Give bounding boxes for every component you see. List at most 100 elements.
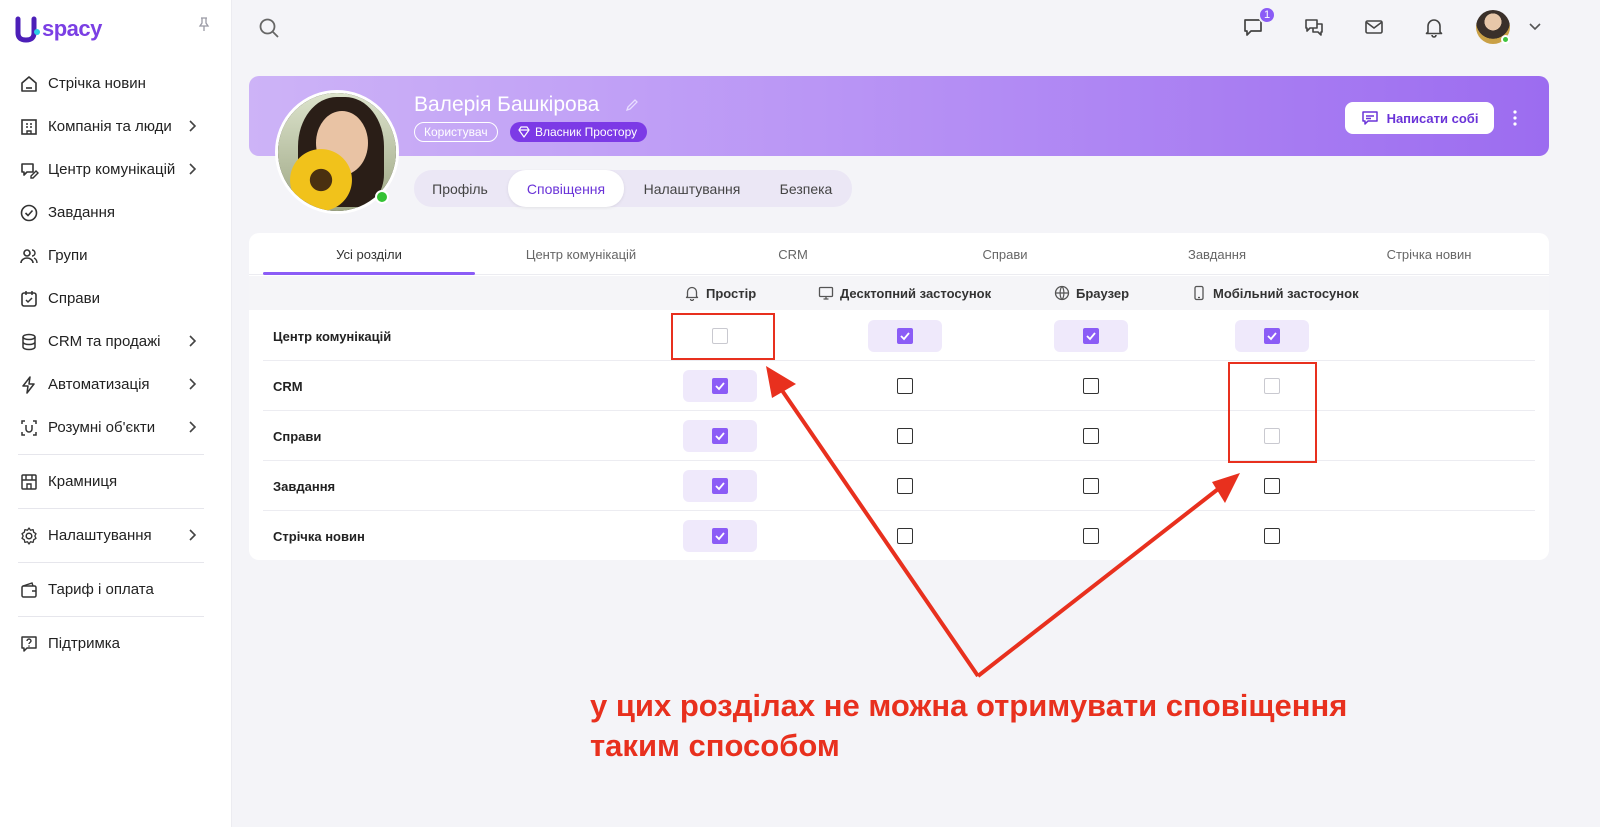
row-label: CRM [273, 378, 303, 394]
sidebar-item-support[interactable]: Підтримка [0, 622, 232, 665]
table-row: CRM [263, 361, 1535, 411]
section-tab-communications[interactable]: Центр комунікацій [475, 233, 687, 275]
globe-icon [1054, 285, 1070, 301]
annotation-text: у цих розділах не можна отримувати спові… [590, 686, 1390, 766]
online-status-icon [1501, 35, 1510, 44]
tab-notifications[interactable]: Сповіщення [508, 170, 624, 207]
sidebar-item-label: Підтримка [48, 635, 121, 652]
chevron-right-icon [189, 120, 197, 132]
checkbox-cell [1235, 470, 1309, 502]
checkbox-cell [683, 520, 757, 552]
row-label: Завдання [273, 478, 336, 494]
bell-icon[interactable] [1421, 14, 1447, 40]
sidebar-item-company[interactable]: Компанія та люди [0, 105, 232, 148]
chevron-right-icon [189, 378, 197, 390]
sidebar-item-label: Розумні об'єкти [48, 419, 156, 436]
chats-icon[interactable] [1301, 14, 1327, 40]
more-vertical-icon[interactable] [1507, 108, 1523, 128]
sidebar-item-label: Крамниця [48, 473, 118, 490]
sidebar-item-smart-objects[interactable]: Розумні об'єкти [0, 406, 232, 449]
checkbox-checked[interactable] [1264, 328, 1280, 344]
section-tab-tasks[interactable]: Завдання [1111, 233, 1323, 275]
sidebar-item-news-feed[interactable]: Стрічка новин [0, 62, 232, 105]
sidebar-item-store[interactable]: Крамниця [0, 460, 232, 503]
column-headers: Простір Десктопний застосунок Браузер Мо… [249, 276, 1549, 310]
checkbox-cell [868, 520, 942, 552]
column-label: Мобільний застосунок [1213, 285, 1359, 301]
sidebar-item-label: Стрічка новин [48, 75, 146, 92]
sidebar-item-crm[interactable]: CRM та продажі [0, 320, 232, 363]
checkbox-checked[interactable] [1083, 328, 1099, 344]
building-icon [18, 116, 40, 138]
checkbox[interactable] [1083, 478, 1099, 494]
smart-object-icon [18, 417, 40, 439]
pin-icon[interactable] [196, 16, 212, 32]
checkbox[interactable] [1083, 378, 1099, 394]
tab-security[interactable]: Безпека [758, 170, 854, 207]
sidebar-item-groups[interactable]: Групи [0, 234, 232, 277]
checkbox[interactable] [1083, 528, 1099, 544]
sidebar-item-settings[interactable]: Налаштування [0, 514, 232, 557]
monitor-icon [818, 286, 834, 300]
search-icon[interactable] [257, 16, 281, 40]
tab-settings[interactable]: Налаштування [626, 170, 758, 207]
chevron-down-icon[interactable] [1528, 22, 1542, 32]
bell-icon [685, 286, 699, 301]
checkbox[interactable] [897, 528, 913, 544]
check-icon [715, 482, 725, 491]
logo[interactable]: spacy [14, 14, 102, 44]
checkbox[interactable] [1264, 478, 1280, 494]
chat-edit-icon [18, 159, 40, 181]
bolt-icon [18, 374, 40, 396]
row-label: Справи [273, 428, 322, 444]
mail-icon[interactable] [1361, 14, 1387, 40]
checkbox-checked[interactable] [897, 328, 913, 344]
topbar [233, 0, 1600, 56]
tab-profile[interactable]: Профіль [414, 170, 506, 207]
checkbox[interactable] [897, 478, 913, 494]
annotation-highlight-box [671, 313, 775, 360]
edit-icon[interactable] [625, 98, 639, 112]
row-label: Стрічка новин [273, 528, 365, 544]
logo-text: spacy [42, 16, 102, 41]
column-mobile: Мобільний застосунок [1191, 276, 1359, 310]
sidebar-item-label: Налаштування [48, 527, 152, 544]
checkbox-checked[interactable] [712, 528, 728, 544]
sidebar-nav: Стрічка новин Компанія та люди Центр ком… [0, 62, 232, 665]
checkbox-checked[interactable] [712, 428, 728, 444]
sidebar-item-deals[interactable]: Справи [0, 277, 232, 320]
sidebar-item-billing[interactable]: Тариф і оплата [0, 568, 232, 611]
checkbox-cell [868, 320, 942, 352]
column-desktop: Десктопний застосунок [818, 276, 991, 310]
sidebar-item-label: Автоматизація [48, 376, 150, 393]
annotation-line-2: таким способом [590, 728, 840, 763]
checkbox[interactable] [1083, 428, 1099, 444]
wallet-icon [18, 579, 40, 601]
chevron-right-icon [189, 335, 197, 347]
checkbox-checked[interactable] [712, 378, 728, 394]
column-space: Простір [684, 276, 756, 310]
write-self-label: Написати собі [1386, 110, 1479, 126]
table-row: Стрічка новин [263, 511, 1535, 561]
checkbox-checked[interactable] [712, 478, 728, 494]
checkbox[interactable] [1264, 528, 1280, 544]
checkbox-cell [1054, 370, 1128, 402]
sidebar-item-tasks[interactable]: Завдання [0, 191, 232, 234]
checkbox[interactable] [897, 378, 913, 394]
divider [18, 454, 204, 455]
write-self-button[interactable]: Написати собі [1345, 102, 1494, 134]
check-icon [715, 532, 725, 541]
check-icon [900, 332, 910, 341]
checkbox[interactable] [897, 428, 913, 444]
section-tab-crm[interactable]: CRM [687, 233, 899, 275]
annotation-line-1: у цих розділах не можна отримувати спові… [590, 688, 1348, 723]
section-tab-news-feed[interactable]: Стрічка новин [1323, 233, 1535, 275]
section-tab-deals[interactable]: Справи [899, 233, 1111, 275]
sidebar-item-communications[interactable]: Центр комунікацій [0, 148, 232, 191]
chevron-right-icon [189, 529, 197, 541]
checkbox-cell [1235, 520, 1309, 552]
divider [18, 616, 204, 617]
checkbox-cell [1054, 520, 1128, 552]
sidebar-item-automation[interactable]: Автоматизація [0, 363, 232, 406]
section-tab-all[interactable]: Усі розділи [263, 233, 475, 275]
